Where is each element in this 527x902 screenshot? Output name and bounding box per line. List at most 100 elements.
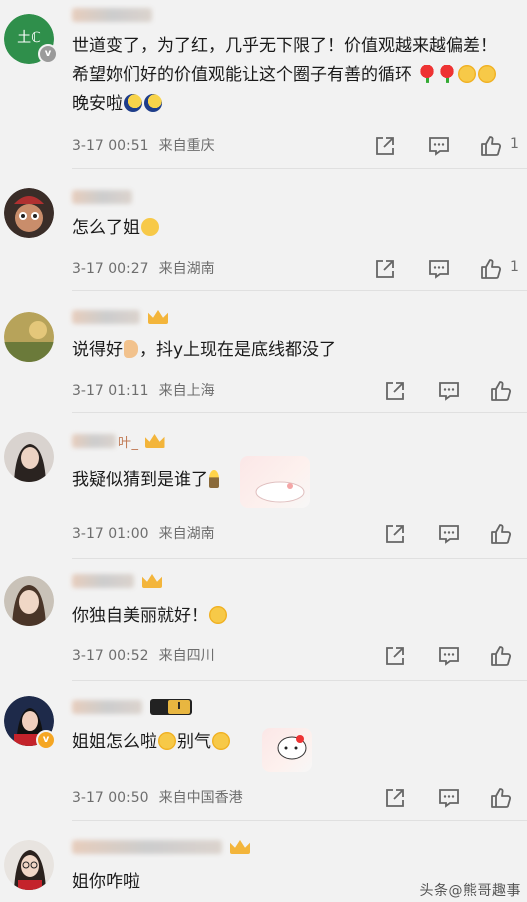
comment-meta: 3-17 00:27 来自湖南	[72, 259, 215, 279]
username-blurred	[72, 190, 132, 204]
username[interactable]: 叶_	[72, 430, 165, 452]
watermark: 头条@熊哥趣事	[419, 883, 521, 899]
avatar[interactable]	[4, 576, 54, 626]
level-badge-icon: I	[150, 699, 192, 715]
sticker	[240, 456, 310, 508]
timestamp: 3-17 00:27	[72, 261, 149, 277]
sticker	[262, 728, 312, 772]
comment-icon[interactable]	[438, 380, 460, 402]
comment-icon[interactable]	[438, 645, 460, 667]
timestamp: 3-17 01:00	[72, 526, 149, 542]
like-icon[interactable]	[490, 787, 512, 809]
divider	[72, 558, 527, 559]
crown-badge-icon	[230, 840, 250, 854]
crown-badge-icon	[148, 310, 168, 324]
location: 来自四川	[158, 648, 215, 664]
crying-emoji-icon	[209, 606, 227, 624]
comment-icon[interactable]	[438, 523, 460, 545]
comment-text: 说得好 ，抖y上现在是底线都没了	[72, 336, 507, 365]
moon-emoji-icon	[144, 94, 162, 112]
comment-text-main: 姐姐怎么啦	[72, 732, 157, 752]
location: 来自湖南	[158, 526, 215, 542]
comment-text-main: 姐你咋啦	[72, 872, 140, 892]
comment-icon[interactable]	[428, 135, 450, 157]
comment-item: 叶_ 我疑似猜到是谁了 3-17 01:00 来自湖南	[0, 414, 527, 560]
divider	[72, 168, 527, 169]
crying-emoji-icon	[212, 732, 230, 750]
comment-item: 怎么了姐 3-17 00:27 来自湖南 1	[0, 170, 527, 292]
comment-text-main: 说得好	[72, 340, 123, 360]
share-icon[interactable]	[384, 645, 406, 667]
comment-text: 世道变了，为了红，几乎无下限了！价值观越来越偏差！希望妳们好的价值观能让这个圈子…	[72, 32, 507, 119]
username-blurred	[72, 434, 116, 448]
username[interactable]: I	[72, 696, 192, 718]
comment-text-main: 我疑似猜到是谁了	[72, 470, 208, 490]
comment-meta: 3-17 01:00 来自湖南	[72, 524, 215, 544]
share-icon[interactable]	[374, 135, 396, 157]
username[interactable]	[72, 836, 250, 858]
crying-emoji-icon	[478, 65, 497, 83]
comment-icon[interactable]	[438, 787, 460, 809]
timestamp: 3-17 00:52	[72, 648, 149, 664]
username-blurred	[72, 700, 142, 714]
username-blurred	[72, 574, 134, 588]
timestamp: 3-17 01:11	[72, 383, 149, 399]
comment-item: 说得好 ，抖y上现在是底线都没了 3-17 01:11 来自上海	[0, 292, 527, 414]
location: 来自湖南	[158, 261, 215, 277]
rose-emoji-icon	[418, 65, 437, 83]
like-icon[interactable]	[490, 380, 512, 402]
share-icon[interactable]	[384, 523, 406, 545]
comment-actions: 1	[374, 258, 524, 280]
username-blurred	[72, 840, 222, 854]
crown-badge-icon	[142, 574, 162, 588]
avatar[interactable]	[4, 840, 54, 890]
avatar[interactable]	[4, 432, 54, 482]
comment-item: v I 姐姐怎么啦 别气 3-17 00:50 来自中国香港	[0, 682, 527, 822]
share-icon[interactable]	[384, 787, 406, 809]
comment-meta: 3-17 01:11 来自上海	[72, 381, 215, 401]
comment-icon[interactable]	[428, 258, 450, 280]
comment-text-tail: ，抖y上现在是底线都没了	[139, 340, 337, 360]
timestamp: 3-17 00:50	[72, 790, 149, 806]
avatar[interactable]	[4, 188, 54, 238]
like-icon[interactable]	[480, 258, 502, 280]
level-badge-text: I	[168, 700, 190, 714]
like-icon[interactable]	[490, 645, 512, 667]
username-text: 叶_	[118, 435, 139, 451]
username[interactable]	[72, 4, 154, 26]
timestamp: 3-17 00:51	[72, 138, 149, 154]
crown-badge-icon	[144, 434, 165, 448]
thumbs-up-emoji-icon	[124, 340, 138, 358]
username[interactable]	[72, 306, 168, 328]
verified-badge-icon: v	[36, 730, 56, 750]
divider	[72, 820, 527, 821]
divider	[72, 412, 527, 413]
avatar[interactable]	[4, 312, 54, 362]
comment-text-tail: 别气	[177, 732, 211, 752]
comment-actions	[384, 523, 524, 545]
username[interactable]	[72, 570, 162, 592]
username-blurred	[72, 310, 140, 324]
svg-text:土ℂ: 土ℂ	[17, 30, 41, 46]
share-icon[interactable]	[384, 380, 406, 402]
location: 来自中国香港	[158, 790, 243, 806]
share-icon[interactable]	[374, 258, 396, 280]
comment-item: 你独自美丽就好！ 3-17 00:52 来自四川	[0, 560, 527, 682]
comment-text-main: 你独自美丽就好！	[72, 606, 208, 626]
divider	[72, 290, 527, 291]
comment-text-main: 怎么了姐	[72, 218, 140, 238]
thinking-emoji-icon	[141, 218, 159, 236]
like-icon[interactable]	[480, 135, 502, 157]
username[interactable]	[72, 186, 134, 208]
like-count: 1	[510, 136, 519, 152]
comment-meta: 3-17 00:50 来自中国香港	[72, 788, 243, 808]
crying-emoji-icon	[458, 65, 477, 83]
verified-badge-icon: v	[38, 44, 58, 64]
comment-actions	[384, 787, 524, 809]
comment-actions	[384, 380, 524, 402]
divider	[72, 680, 527, 681]
comment-meta: 3-17 00:51 来自重庆	[72, 136, 215, 156]
like-icon[interactable]	[490, 523, 512, 545]
location: 来自上海	[158, 383, 215, 399]
comment-meta: 3-17 00:52 来自四川	[72, 646, 215, 666]
